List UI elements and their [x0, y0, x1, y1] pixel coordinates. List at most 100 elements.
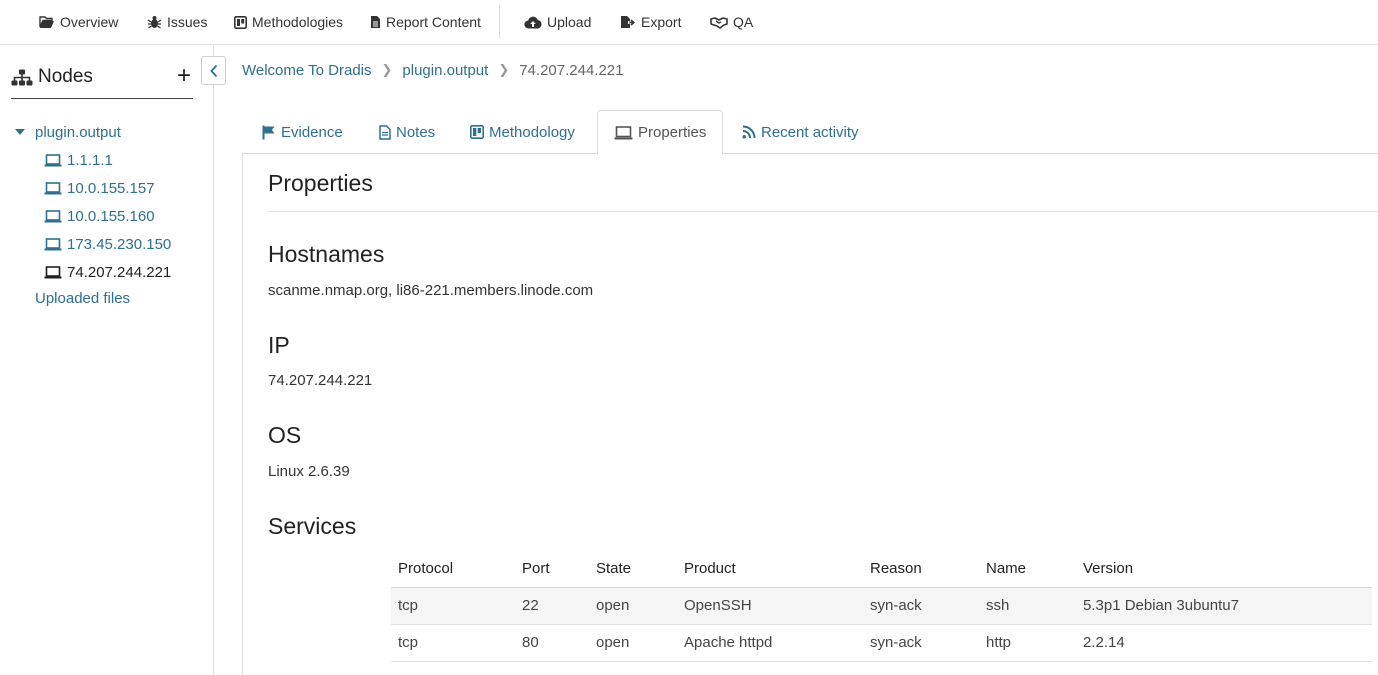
top-navbar: Overview Issues Methodologies Report Con… — [0, 0, 1378, 45]
table-cell: http — [979, 624, 1076, 662]
bug-icon — [147, 15, 162, 29]
table-cell: tcp — [391, 587, 515, 625]
tree-node-label: 1.1.1.1 — [67, 151, 113, 169]
nodes-sidebar: Nodes + plugin.output 1.1.1.1 10.0.155.1… — [0, 46, 214, 675]
breadcrumb-link-plugin-output[interactable]: plugin.output — [402, 62, 488, 79]
column-header: Reason — [863, 550, 979, 588]
ip-value: 74.207.244.221 — [268, 372, 373, 389]
uploaded-files-link[interactable]: Uploaded files — [35, 290, 130, 307]
table-cell: OpenSSH — [677, 587, 863, 625]
table-cell: open — [589, 587, 677, 625]
laptop-icon — [614, 125, 633, 139]
table-cell: tcp — [391, 624, 515, 662]
column-header: Port — [515, 550, 589, 588]
chevron-right-icon: ❯ — [498, 62, 510, 77]
hostnames-heading: Hostnames — [268, 241, 385, 267]
table-row: tcp 22 open OpenSSH syn-ack ssh 5.3p1 De… — [391, 587, 1372, 625]
nav-export-label: Export — [641, 14, 682, 30]
tree-node-child[interactable]: 1.1.1.1 — [44, 150, 113, 170]
breadcrumb-link-home[interactable]: Welcome To Dradis — [242, 62, 372, 79]
tree-node-child[interactable]: 173.45.230.150 — [44, 234, 171, 254]
tab-evidence[interactable]: Evidence — [262, 110, 343, 154]
nav-report-content[interactable]: Report Content — [370, 13, 481, 31]
laptop-icon — [44, 181, 62, 194]
nav-upload[interactable]: Upload — [524, 13, 591, 31]
table-cell: Apache httpd — [677, 624, 863, 662]
table-cell: 80 — [515, 624, 589, 662]
nav-overview-label: Overview — [60, 14, 119, 30]
table-cell: 2.2.14 — [1076, 624, 1372, 662]
tab-properties[interactable]: Properties — [597, 110, 724, 155]
laptop-icon — [44, 153, 62, 166]
file-export-icon — [621, 16, 636, 28]
nav-divider — [499, 5, 500, 38]
board-icon — [470, 125, 484, 139]
tab-notes-label: Notes — [396, 123, 436, 141]
collapse-sidebar-button[interactable] — [201, 56, 226, 85]
column-header: State — [589, 550, 677, 588]
hostnames-value: scanme.nmap.org, li86-221.members.linode… — [268, 282, 594, 299]
nav-issues[interactable]: Issues — [147, 13, 207, 31]
tree-node-child-selected[interactable]: 74.207.244.221 — [44, 262, 171, 282]
tab-notes[interactable]: Notes — [379, 110, 435, 154]
laptop-icon — [44, 265, 62, 278]
rss-icon — [742, 125, 756, 139]
sidebar-title: Nodes — [11, 66, 93, 88]
properties-panel: Properties Hostnames scanme.nmap.org, li… — [242, 153, 1378, 675]
cloud-upload-icon — [524, 16, 542, 29]
note-icon — [379, 124, 391, 140]
sitemap-icon — [11, 69, 33, 85]
tab-methodology[interactable]: Methodology — [470, 110, 575, 154]
node-tabs: Evidence Notes Methodology Properties Re… — [242, 110, 1378, 155]
tree-node-child[interactable]: 10.0.155.157 — [44, 178, 155, 198]
services-heading: Services — [268, 513, 357, 539]
tree-node-label: plugin.output — [35, 123, 121, 141]
nav-overview[interactable]: Overview — [39, 13, 118, 31]
nav-methodologies[interactable]: Methodologies — [234, 13, 343, 31]
flag-icon — [262, 125, 275, 139]
nav-export[interactable]: Export — [620, 13, 681, 31]
table-cell: syn-ack — [863, 587, 979, 625]
table-cell: 5.3p1 Debian 3ubuntu7 — [1076, 587, 1372, 625]
column-header: Protocol — [391, 550, 515, 588]
services-table: Protocol Port State Product Reason Name … — [391, 550, 1372, 662]
nav-methodologies-label: Methodologies — [252, 14, 344, 30]
tab-evidence-label: Evidence — [281, 123, 343, 141]
os-heading: OS — [268, 422, 302, 448]
tab-methodology-label: Methodology — [489, 123, 575, 141]
tree-node-label: 10.0.155.157 — [67, 179, 155, 197]
table-cell: open — [589, 624, 677, 662]
sidebar-header: Nodes + — [11, 62, 193, 99]
column-header: Version — [1076, 550, 1372, 588]
chevron-left-icon — [209, 64, 217, 77]
divider — [268, 211, 1378, 212]
nav-issues-label: Issues — [167, 14, 208, 30]
table-header-row: Protocol Port State Product Reason Name … — [391, 550, 1372, 588]
nav-report-content-label: Report Content — [386, 14, 481, 30]
board-icon — [234, 15, 247, 29]
nav-qa[interactable]: QA — [710, 13, 753, 31]
chevron-right-icon: ❯ — [381, 62, 393, 77]
tree-node-label: 74.207.244.221 — [67, 263, 172, 281]
tree-node-child[interactable]: 10.0.155.160 — [44, 206, 155, 226]
tab-properties-label: Properties — [638, 124, 707, 141]
table-row: tcp 80 open Apache httpd syn-ack http 2.… — [391, 624, 1372, 662]
laptop-icon — [44, 209, 62, 222]
tab-recent-activity[interactable]: Recent activity — [742, 110, 859, 154]
tree-node-label: 10.0.155.160 — [67, 207, 155, 225]
handshake-icon — [710, 16, 728, 29]
folder-open-icon — [39, 15, 54, 28]
tree-node-label: 173.45.230.150 — [67, 235, 172, 253]
tab-recent-activity-label: Recent activity — [761, 123, 859, 141]
breadcrumb-current: 74.207.244.221 — [519, 61, 624, 79]
nav-qa-label: QA — [733, 14, 754, 30]
ip-heading: IP — [268, 332, 290, 358]
nav-upload-label: Upload — [547, 14, 592, 30]
caret-down-icon[interactable] — [15, 129, 25, 135]
table-cell: syn-ack — [863, 624, 979, 662]
laptop-icon — [44, 237, 62, 250]
tree-node-plugin-output[interactable]: plugin.output — [15, 122, 121, 142]
column-header: Product — [677, 550, 863, 588]
add-node-button[interactable]: + — [177, 62, 191, 90]
os-value: Linux 2.6.39 — [268, 463, 350, 480]
